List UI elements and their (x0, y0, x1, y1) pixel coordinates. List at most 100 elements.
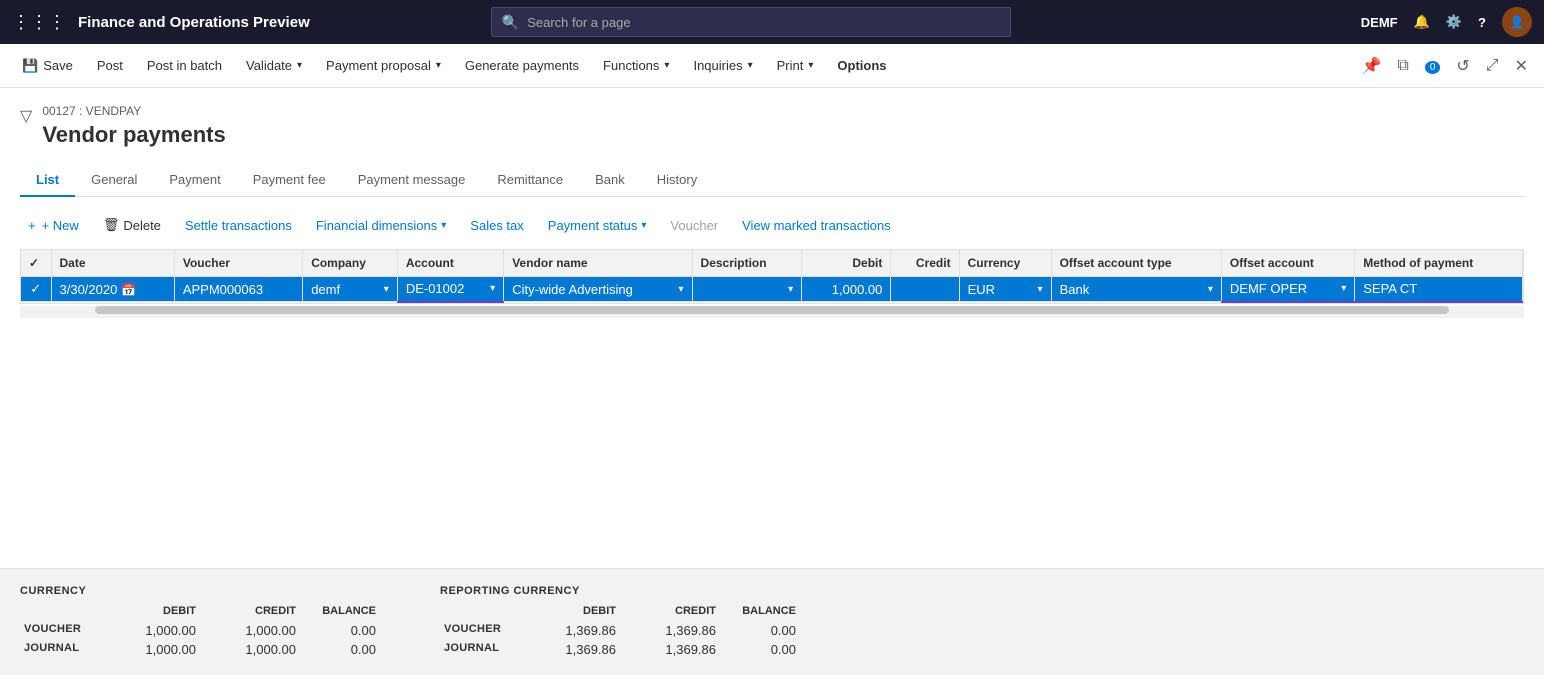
currency-dropdown-arrow[interactable]: ▾ (1038, 284, 1043, 295)
horizontal-scrollbar[interactable] (20, 306, 1524, 318)
cell-vendor-name[interactable]: City-wide Advertising▾ (504, 277, 692, 302)
functions-button[interactable]: Functions ▾ (593, 54, 679, 77)
cell-debit[interactable]: 1,000.00 (802, 277, 891, 302)
print-chevron: ▾ (808, 60, 813, 71)
search-icon: 🔍 (502, 14, 519, 31)
select-all-header[interactable]: ✓ (21, 250, 51, 277)
delete-button[interactable]: 🗑 Delete (95, 213, 169, 237)
options-button[interactable]: Options (827, 54, 896, 77)
cell-voucher[interactable]: APPM000063 (174, 277, 302, 302)
cell-account[interactable]: DE-01002▾ (397, 277, 503, 302)
financial-dimensions-chevron: ▾ (441, 220, 446, 231)
company-dropdown-arrow[interactable]: ▾ (384, 284, 389, 295)
desc-dropdown-arrow[interactable]: ▾ (788, 284, 793, 295)
global-search[interactable]: 🔍 (491, 7, 1011, 37)
close-icon[interactable]: ✕ (1511, 52, 1532, 80)
currency-label-header (20, 605, 100, 617)
tab-payment[interactable]: Payment (153, 164, 236, 197)
command-bar-right: 📌 ⧉ 0 ↺ ⤢ ✕ (1357, 52, 1532, 80)
reporting-credit-header: CREDIT (620, 605, 720, 617)
vendor-dropdown-arrow[interactable]: ▾ (679, 284, 684, 295)
grid-table: ✓ Date Voucher Company Account Vendor na… (21, 250, 1523, 303)
calendar-icon[interactable]: 📅 (121, 283, 136, 297)
col-company: Company (303, 250, 398, 277)
split-view-icon[interactable]: ⧉ (1393, 53, 1412, 79)
tabs: List General Payment Payment fee Payment… (20, 164, 1524, 197)
settings-icon[interactable]: ⚙️ (1446, 14, 1462, 30)
save-button[interactable]: 💾 Save (12, 54, 83, 78)
settle-transactions-button[interactable]: Settle transactions (177, 214, 300, 237)
cell-company[interactable]: demf ▾ (303, 277, 398, 302)
company-value: demf (311, 282, 340, 297)
reporting-journal-row: JOURNAL 1,369.86 1,369.86 0.00 (440, 640, 800, 659)
post-button[interactable]: Post (87, 54, 133, 77)
expand-icon[interactable]: ⤢ (1482, 53, 1503, 79)
col-offset-account: Offset account (1221, 250, 1354, 277)
tab-history[interactable]: History (641, 164, 713, 197)
tab-payment-message[interactable]: Payment message (342, 164, 482, 197)
currency-balance-header: BALANCE (300, 605, 380, 617)
cell-currency[interactable]: EUR ▾ (959, 277, 1051, 302)
command-bar: 💾 Save Post Post in batch Validate ▾ Pay… (0, 44, 1544, 88)
notification-badge[interactable]: 0 (1421, 53, 1445, 79)
tab-general[interactable]: General (75, 164, 153, 197)
cell-description[interactable]: ▾ (692, 277, 802, 302)
sales-tax-button[interactable]: Sales tax (462, 214, 531, 237)
offset-account-type-dropdown-arrow[interactable]: ▾ (1208, 284, 1213, 295)
summary-grid: CURRENCY DEBIT CREDIT BALANCE VOUCHER 1,… (20, 585, 1524, 659)
col-credit: Credit (891, 250, 959, 277)
search-input[interactable] (527, 15, 1000, 30)
reporting-voucher-balance: 0.00 (720, 621, 800, 640)
reporting-journal-balance: 0.00 (720, 640, 800, 659)
currency-voucher-row: VOUCHER 1,000.00 1,000.00 0.00 (20, 621, 380, 640)
offset-account-dropdown-arrow[interactable]: ▾ (1341, 283, 1346, 294)
reporting-title: REPORTING CURRENCY (440, 585, 800, 597)
scrollbar-track[interactable] (95, 306, 1449, 314)
currency-voucher-credit: 1,000.00 (200, 621, 300, 640)
currency-debit-header: DEBIT (100, 605, 200, 617)
cell-date[interactable]: 3/30/2020 📅 (51, 277, 174, 302)
payment-status-button[interactable]: Payment status ▾ (540, 214, 655, 237)
table-row[interactable]: ✓3/30/2020 📅APPM000063demf▾DE-01002▾City… (21, 277, 1523, 302)
tab-remittance[interactable]: Remittance (481, 164, 579, 197)
top-navigation: ⋮⋮⋮ Finance and Operations Preview 🔍 DEM… (0, 0, 1544, 44)
cell-offset-account[interactable]: DEMF OPER▾ (1221, 277, 1354, 302)
help-icon[interactable]: ? (1478, 15, 1486, 30)
post-in-batch-button[interactable]: Post in batch (137, 54, 232, 77)
notification-icon[interactable]: 🔔 (1414, 14, 1430, 30)
tab-bank[interactable]: Bank (579, 164, 641, 197)
cell-offset-account-type[interactable]: Bank▾ (1051, 277, 1221, 302)
currency-value: EUR (968, 282, 995, 297)
financial-dimensions-button[interactable]: Financial dimensions ▾ (308, 214, 454, 237)
col-voucher: Voucher (174, 250, 302, 277)
row-checkbox[interactable]: ✓ (21, 277, 51, 302)
reporting-journal-debit: 1,369.86 (520, 640, 620, 659)
inquiries-button[interactable]: Inquiries ▾ (683, 54, 762, 77)
reporting-voucher-row: VOUCHER 1,369.86 1,369.86 0.00 (440, 621, 800, 640)
account-dropdown-arrow[interactable]: ▾ (490, 283, 495, 294)
tab-payment-fee[interactable]: Payment fee (237, 164, 342, 197)
currency-journal-row: JOURNAL 1,000.00 1,000.00 0.00 (20, 640, 380, 659)
currency-voucher-balance: 0.00 (300, 621, 380, 640)
reporting-currency-summary: REPORTING CURRENCY DEBIT CREDIT BALANCE … (440, 585, 800, 659)
payment-proposal-chevron: ▾ (436, 60, 441, 71)
pin-icon[interactable]: 📌 (1357, 52, 1385, 80)
user-avatar[interactable]: 👤 (1502, 7, 1532, 37)
filter-icon[interactable]: ▽ (20, 106, 32, 126)
payment-proposal-button[interactable]: Payment proposal ▾ (316, 54, 451, 77)
generate-payments-button[interactable]: Generate payments (455, 54, 589, 77)
currency-title: CURRENCY (20, 585, 380, 597)
validate-button[interactable]: Validate ▾ (236, 54, 312, 77)
new-button[interactable]: + + New (20, 214, 87, 237)
cell-credit[interactable] (891, 277, 959, 302)
reporting-voucher-debit: 1,369.86 (520, 621, 620, 640)
refresh-icon[interactable]: ↺ (1452, 52, 1473, 80)
tab-list[interactable]: List (20, 164, 75, 197)
voucher-button[interactable]: Voucher (662, 214, 726, 237)
validate-chevron: ▾ (297, 60, 302, 71)
view-marked-transactions-button[interactable]: View marked transactions (734, 214, 899, 237)
apps-grid-icon[interactable]: ⋮⋮⋮ (12, 12, 66, 33)
payment-status-chevron: ▾ (641, 220, 646, 231)
cell-method-of-payment[interactable]: SEPA CT (1355, 277, 1523, 302)
print-button[interactable]: Print ▾ (767, 54, 824, 77)
